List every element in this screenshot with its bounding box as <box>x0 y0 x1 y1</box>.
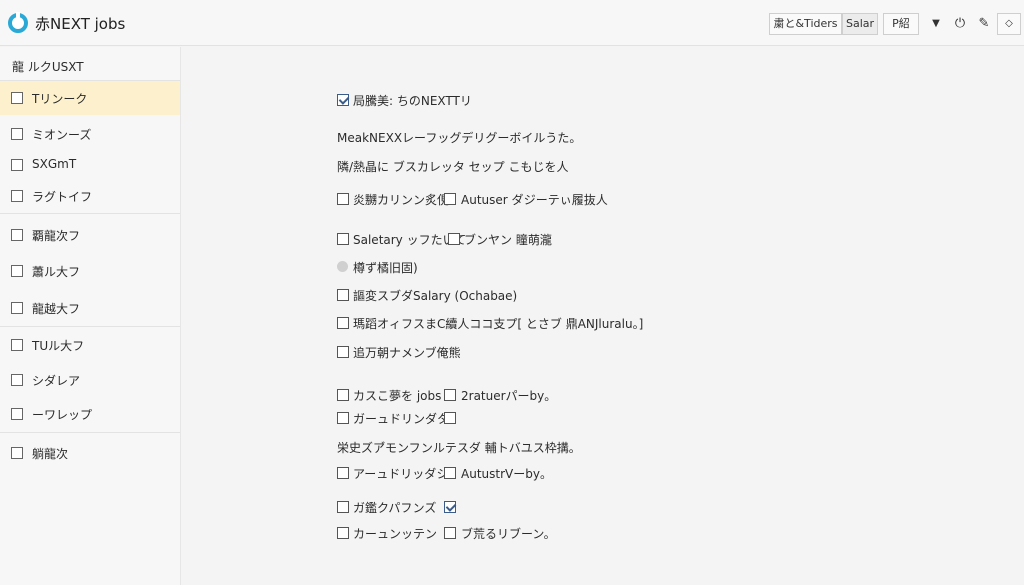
sidebar-item-label: ーワレップ <box>32 408 93 422</box>
sidebar-item-label: 蕭ル大フ <box>32 265 81 279</box>
divider <box>0 432 180 433</box>
sidebar-item-label: TUル大フ <box>32 339 85 353</box>
description-text: 隣/熱晶に ブスカレッタ セップ こもじを人 <box>337 160 569 174</box>
sidebar-item-10[interactable]: ーワレップ <box>0 397 180 431</box>
checkbox[interactable] <box>11 190 23 202</box>
checkbox[interactable] <box>337 389 349 401</box>
divider <box>0 213 180 214</box>
description-text: 栄史ズア゙モンフンルテスダ 輔トバユス枠搆。 <box>337 441 581 455</box>
checkbox[interactable] <box>11 265 23 277</box>
sidebar-item-7[interactable]: 龍越大フ <box>0 291 180 325</box>
checkbox[interactable] <box>11 302 23 314</box>
checkbox[interactable] <box>11 229 23 241</box>
sidebar-item-8[interactable]: TUル大フ <box>0 328 180 362</box>
checkbox[interactable] <box>337 501 349 513</box>
option-label: 炎嬲カリンン炙俔 <box>353 193 450 207</box>
checkbox[interactable] <box>444 193 456 205</box>
checkbox[interactable] <box>11 374 23 386</box>
option-label: カスこ夢を jobs <box>353 389 442 403</box>
main-content: 局騰美: ちのNEXTTリ MeakNEXXレーフッグデリグーボイルうた。 隣/… <box>182 47 1024 585</box>
option-label: ブンヤン 瞳萌瀧 <box>464 233 552 247</box>
checkbox-checked[interactable] <box>444 501 456 513</box>
sidebar-item-label: ラグトイフ <box>32 190 93 204</box>
checkbox[interactable] <box>444 467 456 479</box>
option-label: 2ratuerパーby。 <box>461 389 557 403</box>
checkbox[interactable] <box>444 527 456 539</box>
power-icon[interactable]: ⏻ <box>951 14 969 34</box>
dropdown-arrow-icon[interactable]: ▼ <box>927 14 945 34</box>
sidebar-item-label: SXGmT <box>32 157 77 171</box>
checkbox[interactable] <box>337 412 349 424</box>
settings-icon[interactable]: ◇ <box>997 13 1021 35</box>
sidebar-item-label: 躺龍次 <box>32 447 69 461</box>
sidebar-item-5[interactable]: 覇龍次フ <box>0 218 180 252</box>
sidebar-item-4[interactable]: ラグトイフ <box>0 179 180 213</box>
option-label: アーュドリッダシ <box>353 467 449 481</box>
sidebar-item-label: シダレア <box>32 374 81 388</box>
radio-button[interactable] <box>337 261 348 272</box>
checkbox[interactable] <box>11 408 23 420</box>
option-label: ガ鑑クパフンズ <box>353 501 437 515</box>
sidebar-item-3[interactable]: SXGmT <box>0 148 180 182</box>
sidebar-item-label: ミオンーズ <box>32 128 92 142</box>
option-label: 追万朝ナメンブ俺熊 <box>353 346 461 360</box>
sidebar-item-label: 龍越大フ <box>32 302 81 316</box>
sidebar-item-label: 覇龍次フ <box>32 229 81 243</box>
option-label: ブ荒るリブーン。 <box>461 527 556 541</box>
toolbar-button-salary[interactable]: Salar <box>842 13 878 35</box>
checkbox[interactable] <box>448 233 460 245</box>
pencil-icon[interactable]: ✎ <box>975 14 993 34</box>
checkbox[interactable] <box>337 527 349 539</box>
divider <box>0 326 180 327</box>
option-label: ガーュドリンダタ <box>353 412 450 426</box>
option-label: 樽ず橘旧固) <box>353 261 418 275</box>
toolbar-button-p[interactable]: P紹 <box>883 13 919 35</box>
sidebar-header: 龍 ルクUSXT <box>12 60 84 74</box>
sidebar-item-1[interactable]: Tリンーク <box>0 81 180 115</box>
checkbox[interactable] <box>11 128 23 140</box>
option-label: 瑪蹈オィフスまC續人ココ支プ[ とさブ 鼎ANJluralu。] <box>353 317 644 331</box>
checkbox[interactable] <box>11 159 23 171</box>
checkbox[interactable] <box>337 346 349 358</box>
option-label: カーュンッテン <box>353 527 438 541</box>
option-label: 局騰美: ちのNEXTTリ <box>353 94 472 108</box>
checkbox[interactable] <box>11 447 23 459</box>
description-text: MeakNEXXレーフッグデリグーボイルうた。 <box>337 131 582 145</box>
sidebar-item-label: Tリンーク <box>32 92 88 106</box>
option-label: AutustrVーby。 <box>461 467 552 481</box>
checkbox[interactable] <box>11 92 23 104</box>
checkbox[interactable] <box>337 193 349 205</box>
checkbox[interactable] <box>444 389 456 401</box>
sidebar-item-6[interactable]: 蕭ル大フ <box>0 254 180 288</box>
checkbox[interactable] <box>337 467 349 479</box>
sidebar-item-2[interactable]: ミオンーズ <box>0 117 180 151</box>
sidebar-item-11[interactable]: 躺龍次 <box>0 436 180 470</box>
checkbox[interactable] <box>337 289 349 301</box>
app-logo-icon[interactable] <box>8 12 28 33</box>
app-title: 赤NEXT jobs <box>35 15 126 33</box>
option-label: Autuser ダジーテぃ履抜人 <box>461 193 608 207</box>
checkbox[interactable] <box>337 317 349 329</box>
option-label: 謳変スブダSalary (Ochabae) <box>353 289 518 303</box>
top-bar: 赤NEXT jobs 粛と&Tiders Salar P紹 ▼ ⏻ ✎ ◇ <box>0 0 1024 46</box>
checkbox[interactable] <box>444 412 456 424</box>
checkbox[interactable] <box>337 233 349 245</box>
toolbar-button-traders[interactable]: 粛と&Tiders <box>769 13 842 35</box>
sidebar: 龍 ルクUSXT Tリンーク ミオンーズ SXGmT ラグトイフ 覇龍次フ 蕭ル… <box>0 47 181 585</box>
checkbox[interactable] <box>11 339 23 351</box>
sidebar-item-9[interactable]: シダレア <box>0 363 180 397</box>
checkbox-checked[interactable] <box>337 94 349 106</box>
